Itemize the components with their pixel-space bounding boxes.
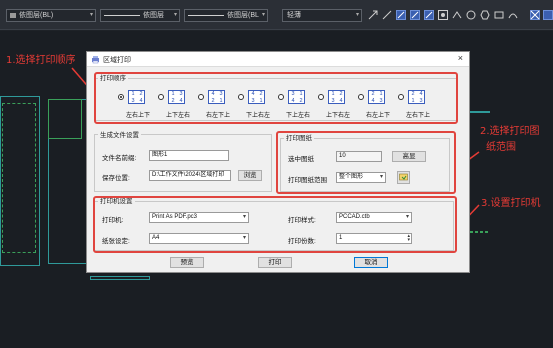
highlight-box-print-order [94, 72, 458, 124]
lineweight-combo-label: 依图层(BL [227, 12, 259, 19]
layer-combo-label: 依图层(BL) [19, 12, 54, 19]
print-button[interactable]: 打印 [258, 257, 292, 268]
linetype-combo[interactable]: 依图层 ▾ [100, 9, 180, 22]
save-location-input[interactable]: D:\工作文件\2024\区域打印 [149, 170, 231, 181]
circle-tool-icon[interactable] [466, 10, 476, 20]
drawing-frame-right-2 [470, 231, 488, 233]
polar-tool-icon[interactable] [438, 10, 448, 20]
annotation-step2-line1: 2.选择打印图 [480, 126, 540, 137]
style-combo-label: 轻薄 [287, 12, 301, 19]
save-location-label: 保存位置: [102, 175, 130, 182]
print-icon [92, 56, 99, 64]
style-combo[interactable]: 轻薄 ▾ [282, 9, 362, 22]
chevron-down-icon: ▾ [261, 12, 265, 18]
lineweight-combo[interactable]: 依图层(BL ▾ [184, 9, 268, 22]
rectangle-tool-icon[interactable] [494, 10, 504, 20]
highlight-box-printer-settings [93, 196, 457, 253]
linetype-preview-icon [104, 15, 140, 16]
annotation-step3: 3.设置打印机 [481, 198, 541, 209]
drawing-frame-left-inner [2, 103, 36, 253]
arrow-tool-icon[interactable] [368, 10, 378, 20]
snap-tool-icon[interactable] [396, 10, 406, 20]
polyline-tool-icon[interactable] [452, 10, 462, 20]
lineweight-preview-icon [188, 15, 224, 16]
filename-prefix-value: 图形1 [152, 152, 168, 158]
linetype-combo-label: 依图层 [143, 12, 164, 19]
file-settings-label: 生成文件设置 [98, 131, 141, 140]
highlight-box-print-paper [276, 131, 456, 194]
preview-button[interactable]: 预览 [170, 257, 204, 268]
arc-tool-icon[interactable] [508, 10, 518, 20]
annotation-step2-line2: 纸范围 [486, 142, 516, 153]
filename-prefix-input[interactable]: 图形1 [149, 150, 229, 161]
line-tool-icon[interactable] [382, 10, 392, 20]
chevron-down-icon: ▾ [355, 12, 359, 18]
annotation-step1: 1.选择打印顺序 [6, 55, 76, 66]
extra-tool-icon[interactable] [543, 10, 553, 20]
drawing-frame-bottom [90, 276, 150, 280]
cad-toolbar: 依图层(BL) ▾ 依图层 ▾ 依图层(BL ▾ 轻薄 ▾ [0, 0, 553, 30]
dialog-title: 区域打印 [103, 57, 131, 64]
grid-tool-icon[interactable] [410, 10, 420, 20]
crosshair-tool-icon[interactable] [530, 10, 540, 20]
save-location-value: D:\工作文件\2024\区域打印 [152, 172, 225, 178]
filename-prefix-label: 文件名前缀: [102, 155, 137, 162]
drawing-frame-right [470, 111, 490, 113]
chevron-down-icon: ▾ [173, 12, 177, 18]
ortho-tool-icon[interactable] [424, 10, 434, 20]
color-swatch-icon [10, 13, 16, 18]
chevron-down-icon: ▾ [89, 12, 93, 18]
browse-button[interactable]: 浏览 [238, 170, 262, 181]
cancel-button[interactable]: 取消 [354, 257, 388, 268]
file-settings-group: 生成文件设置 [94, 131, 272, 192]
dialog-titlebar[interactable]: 区域打印 × [87, 52, 469, 67]
hexagon-tool-icon[interactable] [480, 10, 490, 20]
layer-combo[interactable]: 依图层(BL) ▾ [6, 9, 96, 22]
close-icon[interactable]: × [458, 53, 463, 63]
